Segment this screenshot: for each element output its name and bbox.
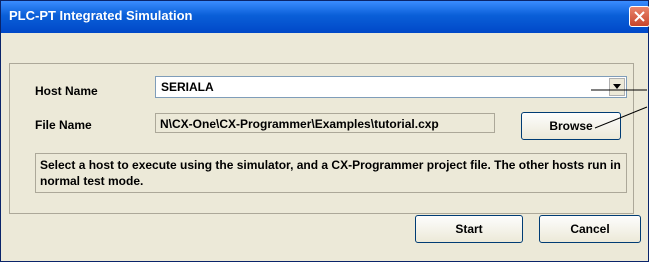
- dialog-window: PLC-PT Integrated Simulation Host Name S…: [0, 0, 649, 262]
- callout-lines: [591, 89, 648, 129]
- dialog-body: Host Name SERIALA File Name N\CX-One\CX-…: [1, 33, 648, 261]
- title-bar[interactable]: PLC-PT Integrated Simulation: [1, 1, 649, 33]
- window-title: PLC-PT Integrated Simulation: [9, 8, 193, 23]
- close-button[interactable]: [629, 6, 649, 27]
- close-icon: [634, 11, 645, 22]
